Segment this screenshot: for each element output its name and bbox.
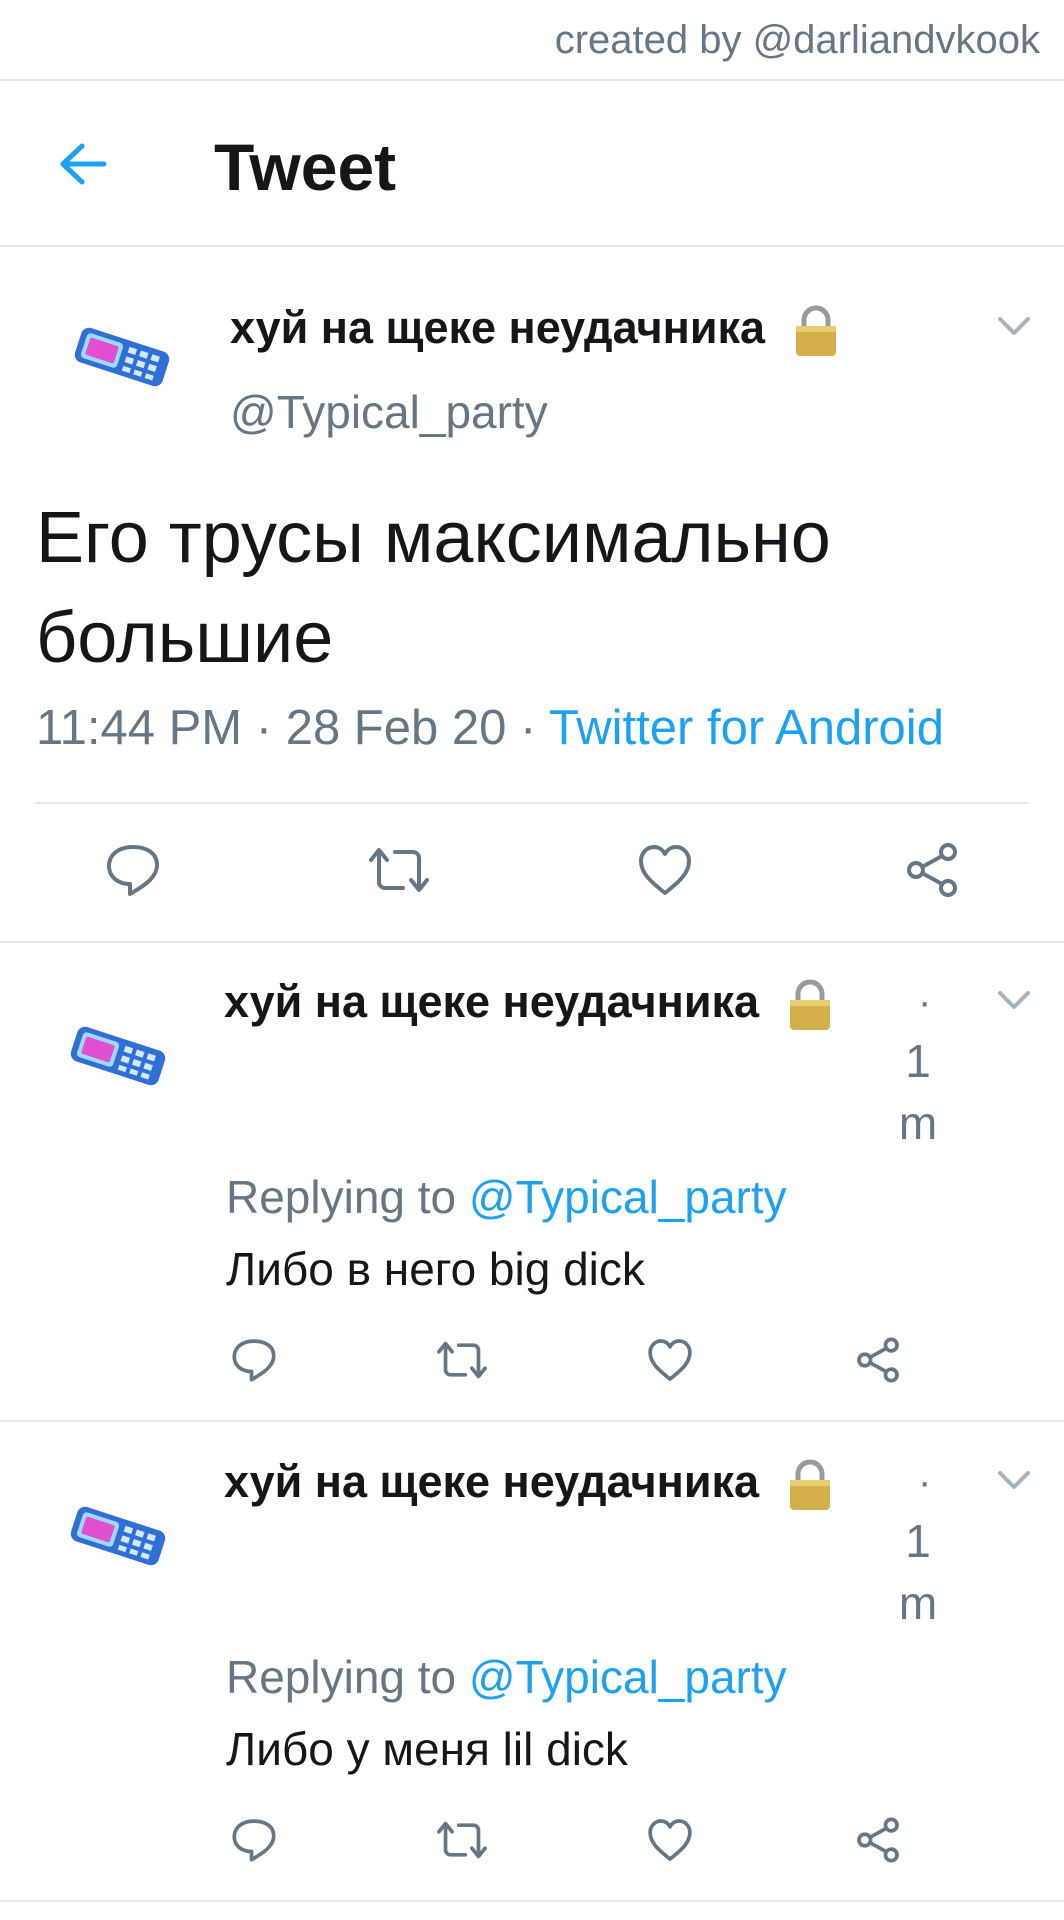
chevron-down-icon[interactable] — [994, 980, 1034, 1020]
avatar[interactable] — [68, 303, 176, 411]
display-name[interactable]: хуй на щеке неудачника — [224, 976, 834, 1032]
reply-icon — [107, 845, 159, 896]
retweet-icon — [369, 848, 429, 892]
retweet-button[interactable] — [432, 1334, 492, 1386]
separator: · — [918, 1460, 932, 1504]
heart-icon — [639, 845, 691, 895]
share-icon — [907, 843, 957, 897]
reply-button[interactable] — [228, 1814, 280, 1866]
separator: · — [255, 701, 273, 755]
like-button[interactable] — [634, 840, 696, 900]
header: Tweet — [0, 81, 1064, 247]
display-name[interactable]: хуй на щеке неудачника — [224, 1456, 834, 1512]
lock-icon — [789, 1459, 830, 1511]
tweet-time: 11:44 PM — [36, 701, 243, 755]
retweet-button[interactable] — [432, 1814, 492, 1866]
tweet-meta: 11:44 PM · 28 Feb 20 · Twitter for Andro… — [36, 700, 944, 756]
mention-link[interactable]: @Typical_party — [469, 1171, 787, 1223]
tweet-text: Его трусы максимально большие — [36, 498, 831, 678]
handle[interactable]: @Typical_party — [230, 385, 548, 439]
separator: · — [918, 980, 932, 1024]
page-title: Tweet — [214, 130, 397, 204]
arrow-left-icon — [60, 143, 107, 185]
divider — [0, 1900, 1064, 1902]
tweet-date: 28 Feb 20 — [285, 701, 507, 755]
share-button[interactable] — [852, 1334, 904, 1386]
share-icon — [857, 1817, 899, 1863]
share-icon — [857, 1337, 899, 1383]
reply-icon — [232, 1819, 276, 1862]
heart-icon — [648, 1819, 692, 1861]
replying-to: Replying to @Typical_party — [226, 1651, 787, 1703]
replying-to: Replying to @Typical_party — [226, 1171, 787, 1223]
chevron-down-icon[interactable] — [994, 1460, 1034, 1500]
like-button[interactable] — [644, 1814, 696, 1866]
divider — [0, 941, 1064, 943]
reply-text: Либо у меня lil dick — [226, 1723, 628, 1775]
lock-icon — [789, 979, 830, 1031]
reply-icon — [232, 1339, 276, 1382]
retweet-button[interactable] — [364, 840, 434, 900]
separator: · — [519, 701, 537, 755]
reply-button[interactable] — [103, 840, 163, 900]
share-button[interactable] — [902, 840, 962, 900]
like-button[interactable] — [644, 1334, 696, 1386]
divider — [0, 1420, 1064, 1422]
heart-icon — [648, 1339, 692, 1381]
retweet-icon — [437, 1341, 487, 1379]
back-button[interactable] — [50, 131, 116, 197]
retweet-icon — [437, 1821, 487, 1859]
mention-link[interactable]: @Typical_party — [469, 1651, 787, 1703]
share-button[interactable] — [852, 1814, 904, 1866]
lock-icon — [795, 305, 836, 357]
reply-button[interactable] — [228, 1334, 280, 1386]
reply-text: Либо в него big dick — [226, 1243, 645, 1295]
display-name[interactable]: хуй на щеке неудачника — [230, 302, 840, 358]
chevron-down-icon[interactable] — [994, 306, 1034, 346]
reply-timestamp: 1 m — [898, 1035, 938, 1149]
avatar[interactable] — [64, 1002, 172, 1110]
credit-bar: created by @darliandvkook — [0, 0, 1064, 81]
reply-timestamp: 1 m — [898, 1515, 938, 1629]
tweet-source-link[interactable]: Twitter for Android — [549, 701, 944, 755]
credit-text: created by @darliandvkook — [554, 18, 1040, 62]
avatar[interactable] — [64, 1482, 172, 1590]
divider — [36, 802, 1028, 804]
